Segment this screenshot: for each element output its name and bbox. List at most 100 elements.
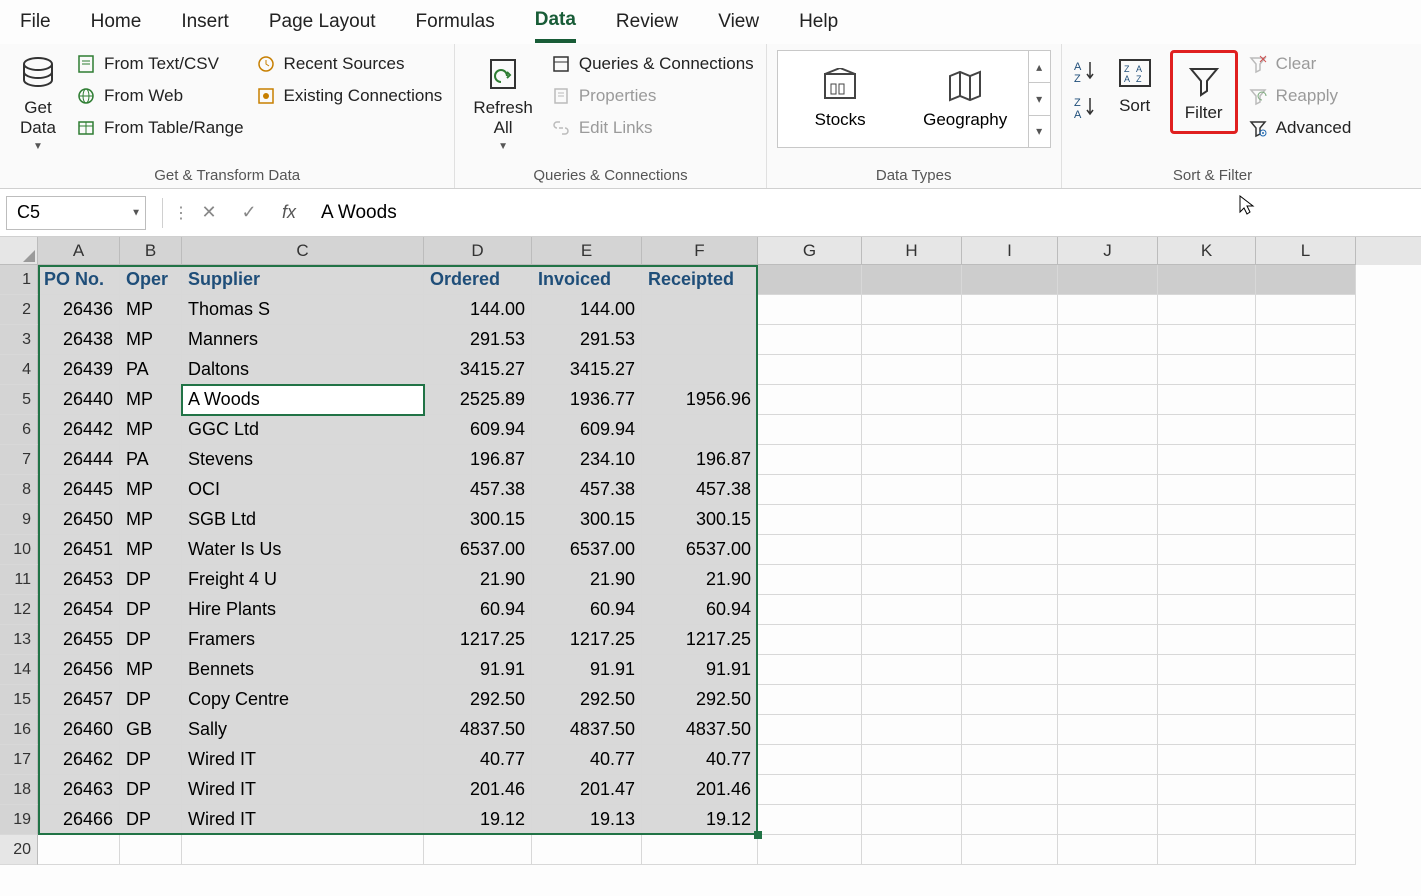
cell[interactable] — [962, 325, 1058, 355]
cell[interactable] — [758, 385, 862, 415]
cell[interactable] — [962, 265, 1058, 295]
cell[interactable]: MP — [120, 415, 182, 445]
cell[interactable] — [1256, 715, 1356, 745]
cell[interactable]: DP — [120, 595, 182, 625]
cell[interactable]: 26442 — [38, 415, 120, 445]
cell[interactable] — [1058, 325, 1158, 355]
cell[interactable]: 19.13 — [532, 805, 642, 835]
cell[interactable]: 26454 — [38, 595, 120, 625]
cell[interactable]: 300.15 — [642, 505, 758, 535]
cell[interactable] — [642, 415, 758, 445]
cell[interactable] — [862, 715, 962, 745]
cell[interactable]: DP — [120, 685, 182, 715]
cell[interactable]: 196.87 — [642, 445, 758, 475]
cell[interactable] — [424, 835, 532, 865]
cell[interactable] — [1158, 595, 1256, 625]
row-header-16[interactable]: 16 — [0, 715, 38, 745]
cell[interactable]: MP — [120, 505, 182, 535]
cell[interactable] — [758, 325, 862, 355]
cell[interactable] — [758, 805, 862, 835]
cell[interactable]: 26463 — [38, 775, 120, 805]
cell[interactable] — [642, 295, 758, 325]
cell[interactable] — [1058, 835, 1158, 865]
cell[interactable]: 26453 — [38, 565, 120, 595]
row-header-17[interactable]: 17 — [0, 745, 38, 775]
row-header-4[interactable]: 4 — [0, 355, 38, 385]
cell[interactable]: 300.15 — [532, 505, 642, 535]
cell[interactable] — [1256, 265, 1356, 295]
cell[interactable] — [962, 835, 1058, 865]
column-header-B[interactable]: B — [120, 237, 182, 265]
column-header-L[interactable]: L — [1256, 237, 1356, 265]
cell[interactable]: 196.87 — [424, 445, 532, 475]
cell[interactable] — [1158, 685, 1256, 715]
cell[interactable] — [1158, 835, 1256, 865]
cell[interactable] — [1058, 535, 1158, 565]
cell[interactable]: PO No. — [38, 265, 120, 295]
cell[interactable] — [1058, 265, 1158, 295]
cell[interactable]: MP — [120, 535, 182, 565]
cell[interactable]: 300.15 — [424, 505, 532, 535]
cell[interactable]: 26439 — [38, 355, 120, 385]
cell[interactable]: SGB Ltd — [182, 505, 424, 535]
cell[interactable] — [862, 505, 962, 535]
tab-view[interactable]: View — [718, 3, 759, 41]
cell[interactable] — [862, 325, 962, 355]
cell[interactable] — [1058, 475, 1158, 505]
cell[interactable]: 91.91 — [532, 655, 642, 685]
cell[interactable]: PA — [120, 355, 182, 385]
cell[interactable] — [1256, 745, 1356, 775]
cell[interactable] — [962, 775, 1058, 805]
tab-home[interactable]: Home — [91, 3, 142, 41]
cell[interactable] — [962, 685, 1058, 715]
cell[interactable] — [1158, 385, 1256, 415]
cell[interactable]: 4837.50 — [424, 715, 532, 745]
cell[interactable] — [1058, 625, 1158, 655]
cell[interactable] — [962, 295, 1058, 325]
cell[interactable]: 21.90 — [424, 565, 532, 595]
from-table-range-button[interactable]: From Table/Range — [74, 114, 246, 142]
edit-links-button[interactable]: Edit Links — [549, 114, 756, 142]
row-header-11[interactable]: 11 — [0, 565, 38, 595]
cell[interactable]: 6537.00 — [424, 535, 532, 565]
from-web-button[interactable]: From Web — [74, 82, 246, 110]
cell[interactable]: Copy Centre — [182, 685, 424, 715]
cell[interactable] — [962, 355, 1058, 385]
cell[interactable] — [962, 655, 1058, 685]
cell[interactable]: 3415.27 — [532, 355, 642, 385]
cell[interactable] — [642, 835, 758, 865]
cell[interactable]: DP — [120, 775, 182, 805]
cell[interactable] — [38, 835, 120, 865]
cell[interactable] — [758, 595, 862, 625]
cell[interactable]: Oper — [120, 265, 182, 295]
cell[interactable] — [862, 355, 962, 385]
column-header-H[interactable]: H — [862, 237, 962, 265]
cell[interactable] — [642, 325, 758, 355]
cell[interactable] — [1158, 355, 1256, 385]
cell[interactable] — [1256, 385, 1356, 415]
cell[interactable]: 26440 — [38, 385, 120, 415]
row-header-12[interactable]: 12 — [0, 595, 38, 625]
cell[interactable] — [1158, 325, 1256, 355]
clear-filter-button[interactable]: Clear — [1246, 50, 1354, 78]
cell[interactable]: DP — [120, 565, 182, 595]
cell[interactable]: Freight 4 U — [182, 565, 424, 595]
cell[interactable] — [758, 835, 862, 865]
tab-formulas[interactable]: Formulas — [416, 3, 495, 41]
cell[interactable]: 21.90 — [532, 565, 642, 595]
cell[interactable]: MP — [120, 385, 182, 415]
cell[interactable]: 19.12 — [642, 805, 758, 835]
cell[interactable]: 26462 — [38, 745, 120, 775]
cell[interactable] — [962, 415, 1058, 445]
cell[interactable] — [862, 535, 962, 565]
cell[interactable]: 26444 — [38, 445, 120, 475]
cell[interactable]: 292.50 — [642, 685, 758, 715]
sort-asc-icon[interactable]: AZ — [1072, 58, 1100, 84]
cell[interactable] — [182, 835, 424, 865]
cell[interactable] — [1256, 775, 1356, 805]
cell[interactable] — [962, 445, 1058, 475]
stocks-button[interactable]: Stocks — [778, 68, 903, 130]
cell[interactable]: MP — [120, 325, 182, 355]
cell[interactable] — [1158, 745, 1256, 775]
cell[interactable] — [862, 835, 962, 865]
